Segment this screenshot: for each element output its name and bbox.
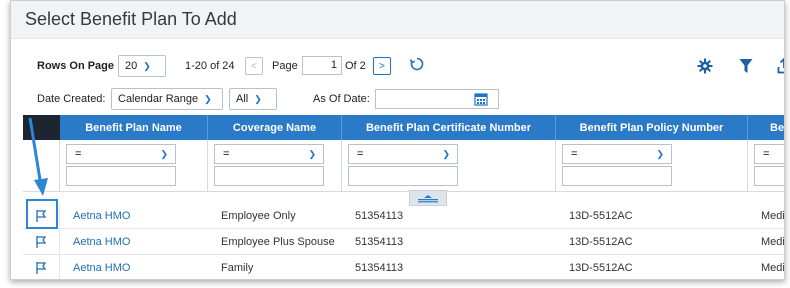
operator-value: = bbox=[357, 148, 364, 160]
coverage-name-cell: Family bbox=[221, 262, 254, 274]
page-label: Page bbox=[272, 60, 298, 72]
column-header-coverage-name[interactable]: Coverage Name bbox=[208, 115, 342, 140]
policy-number-operator-select[interactable]: = ❯ bbox=[562, 144, 672, 164]
coverage-name-filter-input[interactable] bbox=[214, 166, 324, 186]
table-row[interactable]: Aetna HMO Family 51354113 13D-5512AC Med… bbox=[23, 255, 785, 279]
plan-name-link[interactable]: Aetna HMO bbox=[67, 203, 208, 229]
chevron-up-icon bbox=[418, 195, 438, 203]
chevron-down-icon: ❯ bbox=[442, 149, 450, 159]
column-header-certificate-number[interactable]: Benefit Plan Certificate Number bbox=[342, 115, 556, 140]
filter-cell-policy-number: = ❯ bbox=[556, 140, 748, 192]
as-of-date-input[interactable] bbox=[375, 89, 499, 109]
chevron-left-icon: < bbox=[251, 60, 257, 72]
previous-page-button[interactable]: < bbox=[245, 57, 263, 75]
plan-name-filter-input[interactable] bbox=[66, 166, 176, 186]
plan-name-link[interactable]: Aetna HMO bbox=[67, 229, 208, 255]
filter-cell-empty bbox=[23, 140, 60, 192]
funnel-icon[interactable] bbox=[739, 58, 753, 77]
select-plan-button[interactable] bbox=[23, 255, 60, 279]
filter-cell-plan-name: = ❯ bbox=[60, 140, 208, 192]
chevron-down-icon: ❯ bbox=[656, 149, 664, 159]
rows-per-page-value: 20 bbox=[125, 60, 138, 72]
plan-name-link[interactable]: Aetna HMO bbox=[67, 255, 208, 279]
date-range-value: Calendar Range bbox=[118, 93, 199, 105]
chevron-down-icon: ❯ bbox=[254, 93, 262, 104]
filter-cell-benefit-type: = bbox=[748, 140, 784, 192]
plan-name-operator-select[interactable]: = ❯ bbox=[66, 144, 176, 164]
rows-per-page-select[interactable]: 20 ❯ bbox=[118, 55, 166, 77]
export-icon[interactable] bbox=[777, 57, 784, 77]
coverage-name-operator-select[interactable]: = ❯ bbox=[214, 144, 324, 164]
range-text: 1-20 of 24 bbox=[185, 60, 235, 72]
chevron-down-icon: ❯ bbox=[204, 93, 212, 104]
benefit-type-cell: Medic bbox=[761, 262, 785, 274]
chevron-right-icon: > bbox=[379, 60, 385, 72]
select-plan-button[interactable] bbox=[23, 229, 60, 255]
coverage-name-cell: Employee Only bbox=[221, 210, 296, 222]
flag-icon bbox=[36, 236, 47, 248]
gear-icon[interactable] bbox=[697, 58, 713, 77]
benefit-type-filter-input[interactable] bbox=[754, 166, 784, 186]
certificate-number-filter-input[interactable] bbox=[348, 166, 458, 186]
coverage-name-cell: Employee Plus Spouse bbox=[221, 236, 335, 248]
date-filter-bar: Date Created: Calendar Range ❯ All ❯ As … bbox=[11, 87, 784, 111]
chevron-down-icon: ❯ bbox=[160, 149, 168, 159]
certificate-number-cell: 51354113 bbox=[355, 262, 404, 274]
certificate-number-cell: 51354113 bbox=[355, 210, 404, 222]
title-bar: Select Benefit Plan To Add bbox=[11, 1, 784, 39]
page-count-text: Of 2 bbox=[345, 60, 366, 72]
column-header-policy-number[interactable]: Benefit Plan Policy Number bbox=[556, 115, 748, 140]
date-range-select[interactable]: Calendar Range ❯ bbox=[111, 88, 223, 110]
chevron-down-icon: ❯ bbox=[143, 60, 151, 71]
flag-icon bbox=[36, 262, 47, 274]
table-row[interactable]: Aetna HMO Employee Plus Spouse 51354113 … bbox=[23, 229, 785, 255]
date-scope-select[interactable]: All ❯ bbox=[229, 88, 277, 110]
filter-cell-certificate-number: = ❯ bbox=[342, 140, 556, 192]
column-filter-row: = ❯ = ❯ = ❯ = ❯ = bbox=[23, 140, 784, 192]
operator-value: = bbox=[571, 148, 578, 160]
table-row[interactable]: Aetna HMO Employee Only 51354113 13D-551… bbox=[23, 203, 785, 229]
benefit-type-operator-select[interactable]: = bbox=[754, 144, 784, 164]
policy-number-cell: 13D-5512AC bbox=[569, 210, 633, 222]
benefit-type-cell: Medic bbox=[761, 210, 785, 222]
select-column-header bbox=[23, 115, 60, 140]
next-page-button[interactable]: > bbox=[373, 57, 391, 75]
page-number-input[interactable]: 1 bbox=[302, 56, 342, 75]
policy-number-cell: 13D-5512AC bbox=[569, 236, 633, 248]
operator-value: = bbox=[223, 148, 230, 160]
policy-number-cell: 13D-5512AC bbox=[569, 262, 633, 274]
certificate-number-operator-select[interactable]: = ❯ bbox=[348, 144, 458, 164]
certificate-number-cell: 51354113 bbox=[355, 236, 404, 248]
rows-on-page-label: Rows On Page bbox=[37, 60, 115, 72]
as-of-date-label: As Of Date: bbox=[313, 93, 370, 105]
calendar-icon[interactable] bbox=[474, 92, 488, 106]
column-header-plan-name[interactable]: Benefit Plan Name bbox=[60, 115, 208, 140]
highlight-box bbox=[26, 199, 58, 229]
chevron-down-icon: ❯ bbox=[308, 149, 316, 159]
policy-number-filter-input[interactable] bbox=[562, 166, 672, 186]
date-scope-value: All bbox=[236, 93, 249, 105]
operator-value: = bbox=[763, 148, 770, 160]
date-created-label: Date Created: bbox=[37, 93, 106, 105]
filter-cell-coverage-name: = ❯ bbox=[208, 140, 342, 192]
dialog-title: Select Benefit Plan To Add bbox=[25, 9, 237, 29]
pager-toolbar: Rows On Page 20 ❯ 1-20 of 24 < Page 1 Of… bbox=[11, 53, 784, 79]
benefit-type-cell: Medic bbox=[761, 236, 785, 248]
refresh-icon[interactable] bbox=[409, 56, 425, 75]
operator-value: = bbox=[75, 148, 82, 160]
dialog: Select Benefit Plan To Add Rows On Page … bbox=[10, 0, 785, 280]
column-header-benefit-type[interactable]: Ber bbox=[748, 115, 784, 140]
